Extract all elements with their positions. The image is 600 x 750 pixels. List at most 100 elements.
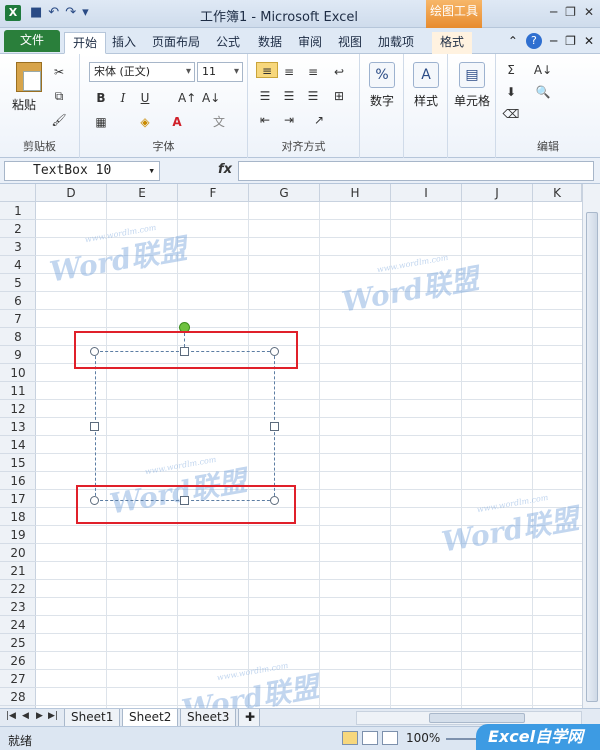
zoom-level[interactable]: 100%: [406, 731, 440, 745]
row-header[interactable]: 9: [0, 346, 36, 364]
horizontal-scrollbar[interactable]: [356, 711, 582, 725]
first-sheet-icon[interactable]: |◀: [6, 711, 16, 721]
doc-restore-icon[interactable]: ❐: [565, 34, 576, 48]
align-center-icon[interactable]: ☰: [280, 88, 298, 104]
align-bottom-icon[interactable]: ≡: [304, 64, 322, 80]
border-icon[interactable]: ▦: [92, 114, 110, 130]
column-header[interactable]: E: [107, 184, 178, 202]
tab-formulas[interactable]: 公式: [208, 32, 248, 54]
increase-indent-icon[interactable]: ⇥: [280, 112, 298, 128]
row-header[interactable]: 2: [0, 220, 36, 238]
tab-insert[interactable]: 插入: [104, 32, 144, 54]
row-header[interactable]: 22: [0, 580, 36, 598]
align-right-icon[interactable]: ☰: [304, 88, 322, 104]
column-header[interactable]: F: [178, 184, 249, 202]
column-header[interactable]: J: [462, 184, 533, 202]
customize-icon[interactable]: ▾: [82, 5, 89, 20]
row-header[interactable]: 23: [0, 598, 36, 616]
autosum-icon[interactable]: Σ: [502, 62, 520, 78]
fill-icon[interactable]: ⬇: [502, 84, 520, 100]
orientation-icon[interactable]: ↗: [310, 112, 328, 128]
column-header[interactable]: I: [391, 184, 462, 202]
styles-button[interactable]: A 样式: [404, 62, 448, 109]
decrease-indent-icon[interactable]: ⇤: [256, 112, 274, 128]
sheet-tab[interactable]: Sheet3: [180, 709, 237, 727]
close-icon[interactable]: ✕: [584, 5, 594, 19]
new-sheet-icon[interactable]: ✚: [238, 709, 260, 727]
tab-home[interactable]: 开始: [64, 32, 107, 54]
doc-minimize-icon[interactable]: ─: [550, 34, 557, 48]
align-top-icon[interactable]: ≡: [256, 62, 278, 78]
column-header[interactable]: K: [533, 184, 582, 202]
redo-icon[interactable]: ↷: [65, 5, 76, 20]
row-header[interactable]: 20: [0, 544, 36, 562]
row-header[interactable]: 13: [0, 418, 36, 436]
tab-file[interactable]: 文件: [4, 30, 60, 52]
page-layout-view-icon[interactable]: [362, 731, 378, 745]
sheet-tab-active[interactable]: Sheet2: [122, 709, 179, 727]
shrink-font-icon[interactable]: A↓: [202, 90, 220, 106]
fill-color-icon[interactable]: ◈: [136, 114, 154, 130]
row-header[interactable]: 12: [0, 400, 36, 418]
undo-icon[interactable]: ↶: [48, 5, 59, 20]
tab-format[interactable]: 格式: [432, 32, 473, 54]
resize-handle-left[interactable]: [90, 422, 99, 431]
bold-button[interactable]: B: [92, 90, 110, 106]
row-header[interactable]: 25: [0, 634, 36, 652]
font-color-icon[interactable]: A: [168, 114, 186, 130]
row-header[interactable]: 14: [0, 436, 36, 454]
insert-function-icon[interactable]: fx: [218, 162, 232, 177]
italic-button[interactable]: I: [114, 90, 132, 106]
minimize-ribbon-icon[interactable]: ⌃: [508, 34, 518, 48]
save-icon[interactable]: ■: [30, 5, 42, 20]
vertical-scrollbar[interactable]: [582, 184, 600, 708]
row-header[interactable]: 19: [0, 526, 36, 544]
row-header[interactable]: 28: [0, 688, 36, 706]
row-header[interactable]: 26: [0, 652, 36, 670]
row-header[interactable]: 15: [0, 454, 36, 472]
help-icon[interactable]: ?: [525, 33, 542, 49]
cut-icon[interactable]: ✂: [50, 64, 68, 80]
tab-addins[interactable]: 加载项: [370, 32, 422, 54]
prev-sheet-icon[interactable]: ◀: [22, 711, 29, 721]
column-header[interactable]: H: [320, 184, 391, 202]
paste-button[interactable]: 粘贴: [12, 96, 36, 113]
page-break-view-icon[interactable]: [382, 731, 398, 745]
row-header[interactable]: 11: [0, 382, 36, 400]
vertical-scroll-thumb[interactable]: [586, 212, 598, 702]
row-header[interactable]: 4: [0, 256, 36, 274]
paste-icon[interactable]: [16, 62, 42, 92]
underline-button[interactable]: U: [136, 90, 154, 106]
doc-close-icon[interactable]: ✕: [584, 34, 594, 48]
tab-page-layout[interactable]: 页面布局: [144, 32, 208, 54]
find-select-icon[interactable]: 🔍: [530, 84, 556, 100]
excel-logo-icon[interactable]: X: [5, 5, 21, 21]
row-header[interactable]: 18: [0, 508, 36, 526]
cells-button[interactable]: ▤ 单元格: [450, 62, 494, 109]
number-format-button[interactable]: % 数字: [360, 62, 404, 109]
align-middle-icon[interactable]: ≡: [280, 64, 298, 80]
phonetic-icon[interactable]: 文: [210, 114, 228, 130]
sheet-tab[interactable]: Sheet1: [64, 709, 121, 727]
horizontal-scroll-thumb[interactable]: [429, 713, 525, 723]
select-all-corner[interactable]: [0, 184, 36, 202]
align-left-icon[interactable]: ☰: [256, 88, 274, 104]
row-header[interactable]: 24: [0, 616, 36, 634]
copy-icon[interactable]: ⧉: [50, 88, 68, 104]
next-sheet-icon[interactable]: ▶: [36, 711, 43, 721]
wrap-text-icon[interactable]: ↩: [330, 64, 348, 80]
grow-font-icon[interactable]: A↑: [178, 90, 196, 106]
sort-filter-icon[interactable]: A↓: [530, 62, 556, 78]
textbox-shape[interactable]: [95, 351, 275, 501]
row-header[interactable]: 6: [0, 292, 36, 310]
tab-data[interactable]: 数据: [250, 32, 290, 54]
row-header[interactable]: 10: [0, 364, 36, 382]
font-name-select[interactable]: 宋体 (正文): [89, 62, 195, 82]
row-header[interactable]: 5: [0, 274, 36, 292]
formula-input[interactable]: [238, 161, 594, 181]
name-box[interactable]: TextBox 10: [4, 161, 160, 181]
row-header[interactable]: 7: [0, 310, 36, 328]
font-size-select[interactable]: 11: [197, 62, 243, 82]
row-header[interactable]: 27: [0, 670, 36, 688]
row-header[interactable]: 3: [0, 238, 36, 256]
